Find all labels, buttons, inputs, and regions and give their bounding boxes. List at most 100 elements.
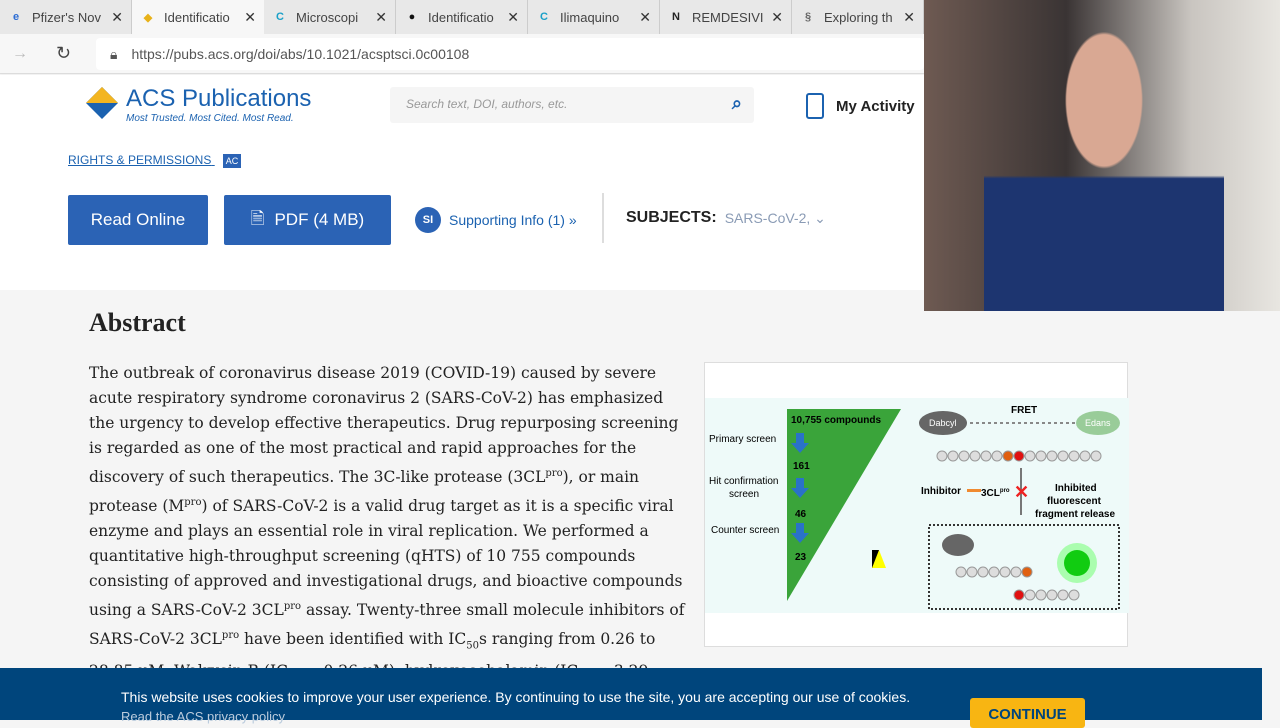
peptide-bead <box>969 450 981 462</box>
tab-label: Microscopi <box>296 9 359 25</box>
abstract-segment: have been identified with IC <box>239 630 467 649</box>
read-online-button[interactable]: Read Online <box>68 195 208 245</box>
url-text: https://pubs.acs.org/doi/abs/10.1021/acs… <box>131 46 470 62</box>
tab-bar: e Pfizer's Nov ✕ ◆ Identificatio ✕ C Microscopi… <box>0 0 924 34</box>
peptide-bead <box>1024 589 1036 601</box>
article-actions: RIGHTS & PERMISSIONS AC Read Online 🗎︎ PD… <box>0 147 924 290</box>
close-icon[interactable]: ✕ <box>244 9 256 26</box>
search-input[interactable]: Search text, DOI, authors, etc. ⌕ <box>390 87 754 123</box>
peptide-bead <box>1068 450 1080 462</box>
peptide-bead <box>1057 589 1069 601</box>
peptide-bead <box>1013 450 1025 462</box>
tab-label: REMDESIVI <box>692 9 764 25</box>
url-field[interactable]: 🔒︎ https://pubs.acs.org/doi/abs/10.1021/a… <box>96 38 924 70</box>
search-icon[interactable]: ⌕ <box>732 93 742 114</box>
browser-tab[interactable]: N REMDESIVI ✕ <box>660 0 792 34</box>
my-activity-label: My Activity <box>836 97 915 115</box>
browser-tab[interactable]: ● Identificatio ✕ <box>396 0 528 34</box>
cookie-message: This website uses cookies to improve you… <box>121 689 911 705</box>
abstract-segment: pro <box>221 630 240 642</box>
presenter-video <box>984 10 1224 311</box>
tab-label: Identificatio <box>428 9 494 25</box>
mouse-cursor-icon <box>872 550 886 568</box>
logo-title: ACS Publications <box>126 85 312 112</box>
c-icon: C <box>540 11 548 23</box>
peptide-bead <box>977 566 989 578</box>
peptide-bead <box>1046 450 1058 462</box>
tab-label: Exploring th <box>824 9 893 25</box>
subjects: SUBJECTS: SARS-CoV-2, ⌄ <box>602 193 826 243</box>
fig-hit: Hit confirmation <box>709 476 778 487</box>
peptide-bead <box>1010 566 1022 578</box>
browser-tab[interactable]: C Ilimaquino ✕ <box>528 0 660 34</box>
chevron-down-icon: ⌄ <box>814 209 826 226</box>
close-icon[interactable]: ✕ <box>639 9 651 26</box>
fig-n1: 161 <box>793 461 810 472</box>
close-icon[interactable]: ✕ <box>771 9 783 26</box>
peptide-bead <box>1021 566 1033 578</box>
acs-logo[interactable]: ACS Publications Most Trusted. Most Cited… <box>84 85 311 124</box>
acs-logo-icon <box>86 87 118 119</box>
reload-icon[interactable]: ↻ <box>56 43 71 64</box>
peptide-bead <box>1079 450 1091 462</box>
rights-permissions-link[interactable]: RIGHTS & PERMISSIONS AC <box>68 153 242 168</box>
activity-icon <box>806 93 824 119</box>
abstract-segment: pro <box>545 468 563 479</box>
acs-icon: ◆ <box>143 11 153 24</box>
browser-tab[interactable]: e Pfizer's Nov ✕ <box>0 0 132 34</box>
abstract-segment: pro <box>184 497 202 509</box>
fig-compounds: 10,755 compounds <box>791 415 881 426</box>
tab-label: Pfizer's Nov <box>32 9 101 25</box>
browser-tab[interactable]: C Microscopi ✕ <box>264 0 396 34</box>
privacy-policy-link[interactable]: Read the ACS privacy policy <box>121 709 285 724</box>
peptide-bead <box>1013 589 1025 601</box>
fig-hit2: screen <box>729 489 759 500</box>
fig-n2: 46 <box>795 509 807 520</box>
pdf-button[interactable]: 🗎︎ PDF (4 MB) <box>224 195 391 245</box>
fig-inh3: fragment release <box>1035 509 1115 520</box>
fig-counter: Counter screen <box>711 525 779 536</box>
abstract-segment: 50 <box>466 640 479 652</box>
peptide-bead <box>999 566 1011 578</box>
browser-tab[interactable]: ◆ Identificatio ✕ <box>132 0 264 34</box>
peptide-bead <box>1046 589 1058 601</box>
forward-icon[interactable]: → <box>12 45 28 63</box>
close-icon[interactable]: ✕ <box>111 9 123 26</box>
continue-button[interactable]: CONTINUE <box>970 698 1085 728</box>
peptide-bead <box>1002 450 1014 462</box>
fig-primary: Primary screen <box>709 434 776 445</box>
x-icon: ✕ <box>1014 482 1029 502</box>
my-activity-button[interactable]: My Activity <box>806 93 915 119</box>
circle-icon: ● <box>408 11 416 23</box>
supporting-info-link[interactable]: SI Supporting Info (1) » <box>415 207 577 233</box>
webcam-overlay <box>924 0 1280 311</box>
peptide-bead <box>980 450 992 462</box>
address-bar-row: → ↻ 🔒︎ https://pubs.acs.org/doi/abs/10.10… <box>0 34 924 74</box>
peptide-bead <box>1035 589 1047 601</box>
close-icon[interactable]: ✕ <box>903 9 915 26</box>
peptide-bead <box>991 450 1003 462</box>
peptide-bead <box>1090 450 1102 462</box>
peptide-bead <box>955 566 967 578</box>
dna-icon: § <box>804 11 812 23</box>
fig-inh1: Inhibited <box>1055 483 1097 494</box>
close-icon[interactable]: ✕ <box>507 9 519 26</box>
logo-tagline: Most Trusted. Most Cited. Most Read. <box>126 113 294 124</box>
fig-inh2: fluorescent <box>1047 496 1102 507</box>
abstract-heading: Abstract <box>89 308 186 337</box>
toc-graphic[interactable]: 10,755 compounds Primary screen Hit conf… <box>704 362 1129 647</box>
fig-dabcyl: Dabcyl <box>929 418 957 428</box>
tab-label: Identificatio <box>164 9 230 25</box>
subjects-dropdown[interactable]: SARS-CoV-2, ⌄ <box>725 210 826 227</box>
peptide-bead <box>1068 589 1080 601</box>
fig-n3: 23 <box>795 552 807 563</box>
fig-inhibitor: Inhibitor <box>921 486 961 497</box>
peptide-bead <box>966 566 978 578</box>
si-icon: SI <box>415 207 441 233</box>
browser-tab[interactable]: § Exploring th ✕ <box>792 0 924 34</box>
tab-label: Ilimaquino <box>560 9 620 25</box>
abstract-segment: pro <box>283 601 302 613</box>
peptide-bead <box>1035 450 1047 462</box>
close-icon[interactable]: ✕ <box>375 9 387 26</box>
fig-fret: FRET <box>1011 405 1037 416</box>
